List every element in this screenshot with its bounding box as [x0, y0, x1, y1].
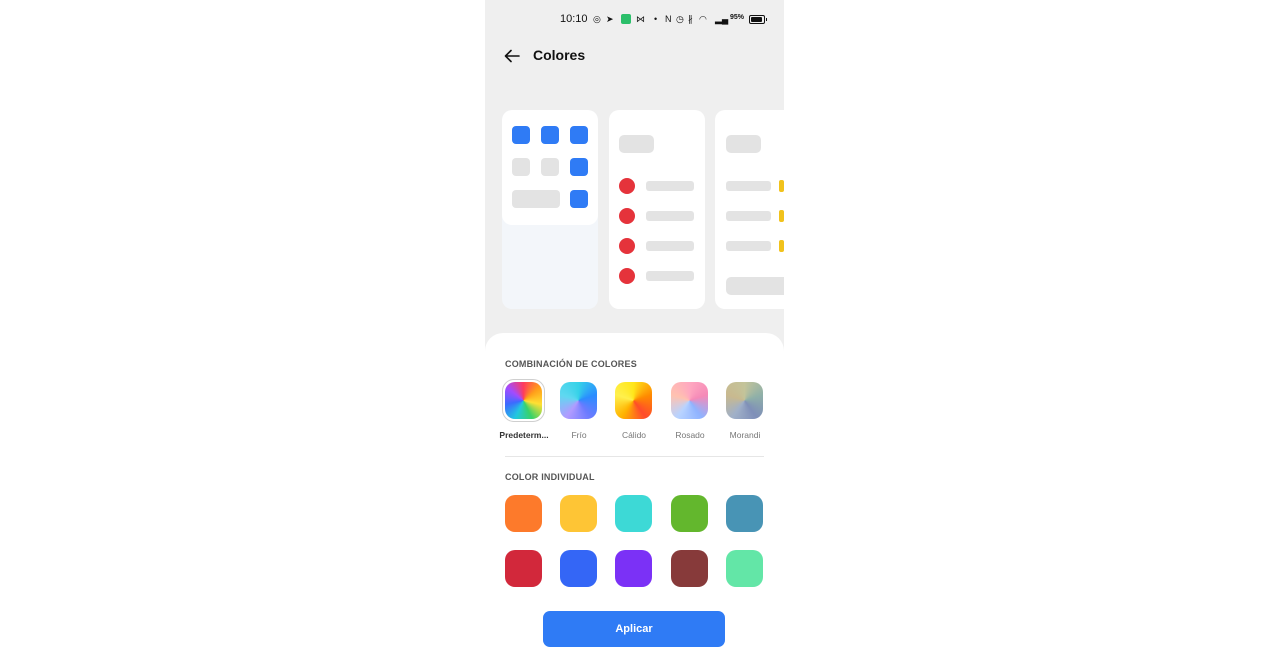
signal-icon: ▂▄	[715, 14, 729, 24]
preview-app-tile	[541, 158, 559, 176]
whatsapp-icon: ◎	[593, 14, 601, 24]
telegram-icon: ➤	[606, 14, 614, 24]
combo-label: Frío	[571, 430, 587, 440]
bluetooth-icon: ∦	[688, 14, 693, 24]
combo-label: Predeterm...	[499, 430, 549, 440]
preview-placeholder-bar	[726, 241, 771, 251]
preview-app-tile	[541, 126, 559, 144]
back-arrow-icon[interactable]	[502, 46, 522, 66]
color-swatch[interactable]	[560, 550, 597, 587]
apply-button[interactable]: Aplicar	[543, 611, 725, 647]
combinations-title: COMBINACIÓN DE COLORES	[505, 359, 637, 369]
preview-placeholder-bar	[646, 181, 694, 191]
combo-calido-swatch[interactable]	[615, 382, 652, 419]
preview-placeholder-bar	[726, 211, 771, 221]
app-icon	[621, 14, 631, 24]
color-swatch[interactable]	[560, 495, 597, 532]
combo-label: Cálido	[621, 430, 647, 440]
color-options-sheet: COMBINACIÓN DE COLORES Predeterm... Frío…	[485, 333, 784, 664]
preview-placeholder-bar	[726, 277, 784, 295]
preview-placeholder-bar	[646, 271, 694, 281]
preview-dot	[619, 208, 635, 224]
preview-app-tile	[512, 158, 530, 176]
preview-placeholder-bar	[726, 181, 771, 191]
preview-placeholder-bar	[619, 135, 654, 153]
preview-placeholder-bar	[512, 190, 560, 208]
battery-percent: 95%	[730, 14, 745, 21]
alarm-icon: ◷	[676, 14, 684, 24]
nfc-icon: N	[665, 14, 672, 24]
preview-app-tile	[570, 190, 588, 208]
color-swatch[interactable]	[726, 550, 763, 587]
preview-placeholder-bar	[646, 241, 694, 251]
preview-dot	[619, 238, 635, 254]
combo-label: Rosado	[675, 430, 705, 440]
combo-frio-swatch[interactable]	[560, 382, 597, 419]
combo-rosado-swatch[interactable]	[671, 382, 708, 419]
preview-card-toggles	[715, 110, 784, 309]
color-swatch[interactable]	[615, 550, 652, 587]
section-divider	[505, 456, 764, 457]
color-swatch[interactable]	[505, 550, 542, 587]
preview-card-list	[609, 110, 705, 309]
preview-placeholder-bar	[726, 135, 761, 153]
preview-toggle	[779, 210, 784, 222]
combo-predeterminado-swatch[interactable]	[505, 382, 542, 419]
battery-icon	[749, 15, 767, 24]
individual-title: COLOR INDIVIDUAL	[505, 472, 595, 482]
page-title: Colores	[533, 47, 586, 63]
preview-app-tile	[570, 126, 588, 144]
preview-app-tile	[512, 126, 530, 144]
phone-screen: 10:10 ◎ ➤ ⋈ • N ◷ ∦ ◠ ▂▄ 95% Colores COM…	[485, 0, 784, 664]
combo-label: Morandi	[729, 430, 761, 440]
color-swatch[interactable]	[615, 495, 652, 532]
preview-card-grid	[502, 110, 598, 309]
color-swatch[interactable]	[726, 495, 763, 532]
dot-icon: •	[654, 14, 658, 24]
combo-morandi-swatch[interactable]	[726, 382, 763, 419]
preview-toggle	[779, 180, 784, 192]
color-swatch[interactable]	[505, 495, 542, 532]
preview-dot	[619, 268, 635, 284]
status-bar: 10:10 ◎ ➤ ⋈ • N ◷ ∦ ◠ ▂▄ 95%	[485, 11, 784, 27]
color-swatch[interactable]	[671, 495, 708, 532]
preview-app-tile	[570, 158, 588, 176]
preview-placeholder-bar	[646, 211, 694, 221]
status-time: 10:10	[560, 13, 588, 25]
mail-icon: ⋈	[636, 14, 645, 24]
preview-toggle	[779, 240, 784, 252]
preview-dot	[619, 178, 635, 194]
wifi-icon: ◠	[699, 14, 707, 24]
color-swatch[interactable]	[671, 550, 708, 587]
